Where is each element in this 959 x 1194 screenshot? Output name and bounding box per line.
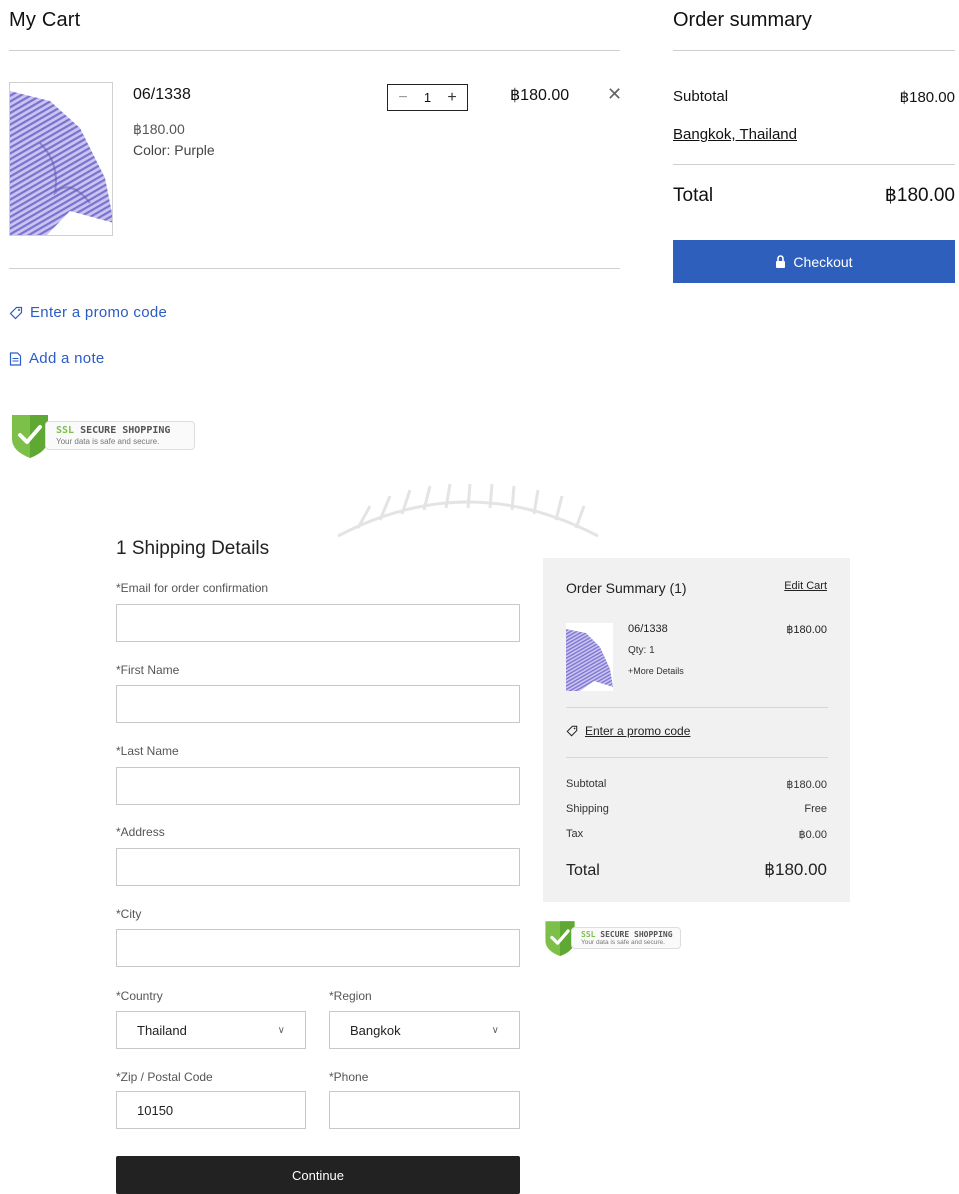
address-label: *Address (116, 825, 165, 839)
quantity-stepper[interactable]: − 1 + (387, 84, 468, 111)
product-name[interactable]: 06/1338 (133, 86, 191, 104)
panel-tax-value: ฿0.00 (798, 829, 827, 841)
panel-product-name: 06/1338 (628, 623, 668, 635)
panel-product-image (566, 623, 613, 691)
checkout-button[interactable]: Checkout (673, 240, 955, 283)
chevron-down-icon: ∨ (491, 1024, 499, 1036)
edit-cart-link[interactable]: Edit Cart (784, 580, 827, 592)
country-label: *Country (116, 989, 163, 1003)
zip-label: *Zip / Postal Code (116, 1070, 213, 1084)
note-icon (9, 351, 22, 366)
city-field[interactable] (116, 929, 520, 967)
zip-field[interactable]: 10150 (116, 1091, 306, 1129)
panel-title: Order Summary (1) (566, 580, 687, 596)
increase-quantity-button[interactable]: + (445, 89, 459, 106)
zip-value: 10150 (137, 1102, 174, 1118)
first-name-field[interactable] (116, 685, 520, 723)
panel-divider-1 (566, 707, 828, 708)
subtotal-label: Subtotal (673, 88, 729, 105)
panel-product-price: ฿180.00 (786, 624, 827, 636)
panel-divider-2 (566, 757, 828, 758)
more-details-link[interactable]: +More Details (628, 666, 684, 676)
total-value: ฿180.00 (884, 185, 955, 206)
region-select[interactable]: Bangkok ∨ (329, 1011, 520, 1049)
order-summary-divider-top (673, 50, 955, 51)
product-unit-price: ฿180.00 (133, 121, 185, 137)
region-value: Bangkok (350, 1022, 401, 1038)
subtotal-value: ฿180.00 (899, 89, 955, 106)
panel-product-qty: Qty: 1 (628, 645, 655, 656)
panel-promo-code-label[interactable]: Enter a promo code (585, 724, 690, 738)
last-name-label: *Last Name (116, 744, 179, 758)
continue-button[interactable]: Continue (116, 1156, 520, 1194)
decrease-quantity-button[interactable]: − (396, 89, 410, 106)
ssl-label: SSL (56, 424, 75, 436)
email-label: *Email for order confirmation (116, 581, 269, 595)
panel-shipping-label: Shipping (566, 803, 609, 815)
country-select[interactable]: Thailand ∨ (116, 1011, 306, 1049)
product-color: Color: Purple (133, 142, 215, 158)
add-note-label[interactable]: Add a note (29, 350, 105, 367)
line-total: ฿180.00 (510, 87, 570, 104)
cart-header-divider (9, 50, 620, 51)
country-value: Thailand (137, 1022, 187, 1038)
phone-field[interactable] (329, 1091, 520, 1129)
watermark-logo (337, 483, 599, 538)
panel-shipping-value: Free (804, 803, 827, 815)
shipping-location-link[interactable]: Bangkok, Thailand (673, 126, 797, 143)
continue-label: Continue (291, 1167, 345, 1183)
quantity-value[interactable]: 1 (424, 90, 431, 105)
tag-icon (566, 725, 578, 737)
order-summary-panel: Order Summary (1) Edit Cart 06/1338 ฿180… (543, 558, 850, 902)
address-field[interactable] (116, 848, 520, 886)
region-label: *Region (329, 989, 372, 1003)
cart-title: My Cart (9, 9, 81, 31)
chevron-down-icon: ∨ (277, 1024, 285, 1036)
add-note-link[interactable]: Add a note (9, 350, 105, 367)
product-thumbnail[interactable] (9, 82, 113, 236)
first-name-label: *First Name (116, 663, 180, 677)
product-image (10, 83, 112, 235)
ssl-secure-badge: SSL SECURE SHOPPING Your data is safe an… (9, 411, 195, 459)
panel-tax-label: Tax (566, 828, 584, 840)
city-label: *City (116, 907, 142, 921)
lock-icon (776, 255, 786, 268)
panel-subtotal-value: ฿180.00 (786, 779, 827, 791)
secure-shopping-subtitle: Your data is safe and secure. (56, 436, 160, 446)
tag-icon (9, 306, 23, 319)
last-name-field[interactable] (116, 767, 520, 805)
ssl-label-small: SSL (581, 929, 596, 939)
order-summary-divider-mid (673, 164, 955, 165)
total-label: Total (673, 185, 714, 206)
ssl-secure-badge-small: SSL SECURE SHOPPING Your data is safe an… (543, 918, 681, 957)
checkout-label: Checkout (793, 253, 853, 270)
secure-shopping-label: SECURE SHOPPING (80, 424, 171, 436)
panel-promo-code-link[interactable]: Enter a promo code (566, 724, 690, 738)
phone-label: *Phone (329, 1070, 369, 1084)
panel-subtotal-label: Subtotal (566, 778, 607, 790)
remove-item-icon[interactable]: ✕ (607, 84, 622, 105)
secure-shopping-label-small: SECURE SHOPPING (600, 929, 673, 939)
promo-code-link[interactable]: Enter a promo code (9, 304, 167, 321)
secure-shopping-subtitle-small: Your data is safe and secure. (581, 938, 665, 946)
panel-total-label: Total (566, 862, 600, 879)
cart-items-divider (9, 268, 620, 269)
panel-product-thumbnail (566, 623, 613, 691)
order-summary-title: Order summary (673, 9, 812, 31)
shipping-details-title: 1 Shipping Details (116, 538, 270, 559)
promo-code-label[interactable]: Enter a promo code (30, 304, 167, 321)
panel-total-value: ฿180.00 (764, 860, 827, 879)
email-field[interactable] (116, 604, 520, 642)
